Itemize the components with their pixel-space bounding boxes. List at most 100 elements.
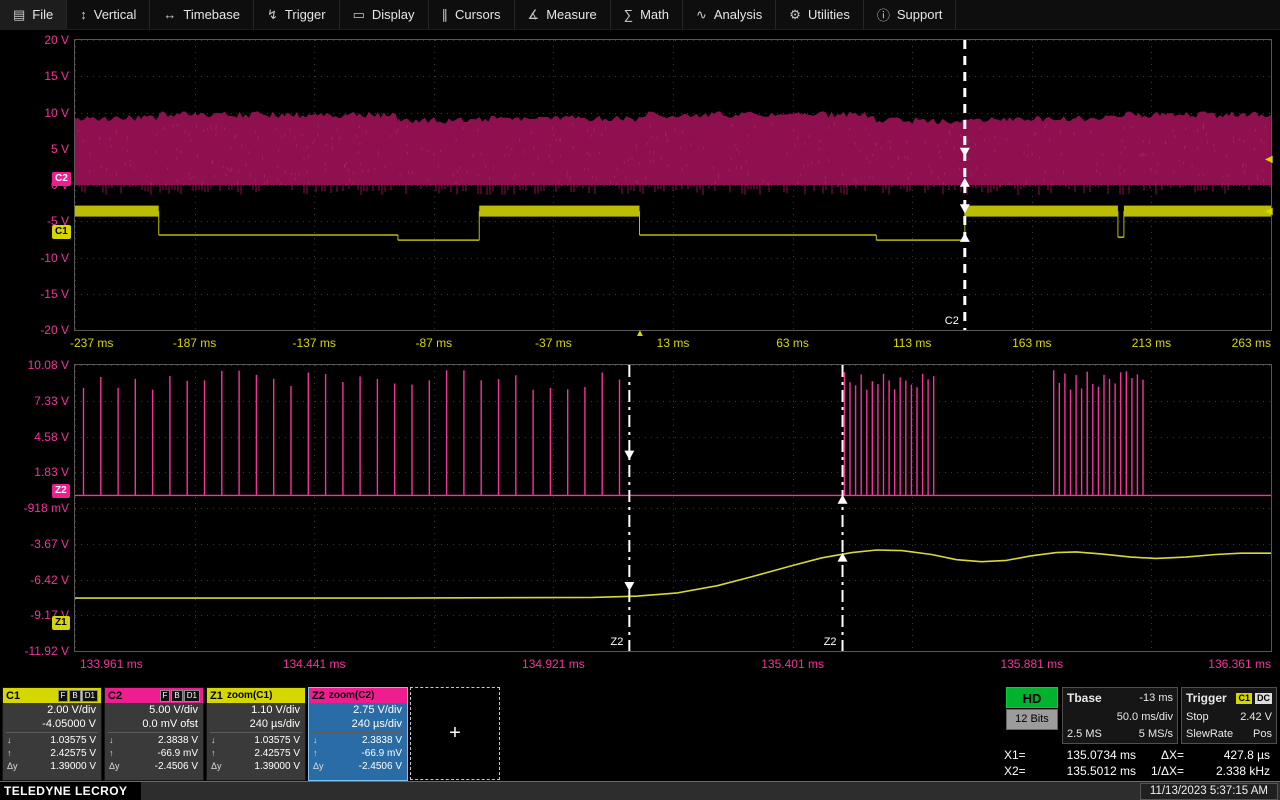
z1-scale-value: 1.10 V/div xyxy=(251,704,300,716)
c2-label: C2 xyxy=(108,689,123,702)
timebase-descriptor[interactable]: Tbase -13 ms 50.0 ms/div 2.5 MS 5 MS/s xyxy=(1062,687,1178,744)
z2-descriptor[interactable]: Z2 zoom(C2) 2.75 V/div 240 µs/div ↓ 2.38… xyxy=(308,687,408,781)
digital-badge: D1 xyxy=(81,689,98,702)
delta-icon: Δy xyxy=(7,761,18,771)
z2-source-label: zoom(C2) xyxy=(328,690,375,701)
menu-timebase[interactable]: ↔ Timebase xyxy=(150,0,254,29)
main-x-axis-label: -237 ms xyxy=(70,336,114,350)
z2-trace-marker[interactable]: Z2 xyxy=(52,484,70,498)
c1-cursor-low-value: 1.03575 V xyxy=(50,735,96,746)
inv-dx-value: 2.338 kHz xyxy=(1215,764,1270,778)
zoom-y-axis-label: -3.67 V xyxy=(30,536,69,551)
timebase-icon: ↔ xyxy=(163,7,177,22)
zoom-x-axis-label: 136.361 ms xyxy=(1208,657,1271,671)
c1-channel-marker[interactable]: C1 xyxy=(52,225,71,239)
measure-icon: ∡ xyxy=(527,6,540,22)
z1-descriptor-header: Z1 zoom(C1) xyxy=(207,688,305,703)
main-x-axis-label: 113 ms xyxy=(892,336,932,350)
main-waveform-plot[interactable]: C2 xyxy=(75,40,1271,330)
descriptor-panel: C1 F B D1 2.00 V/div -4.05000 V ↓ 1.0357… xyxy=(0,686,1280,781)
timebase-scale-value: 50.0 ms/div xyxy=(1116,710,1173,723)
trigger-time-marker[interactable]: ▲ xyxy=(635,329,645,339)
hd-mode-indicator[interactable]: HD 12 Bits xyxy=(1006,687,1058,731)
c1-cursor-high-row: ↑ 2.42575 V xyxy=(3,747,101,760)
main-waveform-grid[interactable]: C2 xyxy=(74,39,1272,331)
c1-delta-row: Δy 1.39000 V xyxy=(3,760,101,773)
x1-value: 135.0734 ms xyxy=(1066,748,1136,762)
trigger-slope-value: Pos xyxy=(1253,728,1272,740)
menu-file-label: File xyxy=(32,7,54,22)
timebase-title: Tbase xyxy=(1067,691,1102,705)
c2-descriptor[interactable]: C2 F B D1 5.00 V/div 0.0 mV ofst ↓ 2.383… xyxy=(104,687,204,781)
c1-level-marker[interactable]: ◀ xyxy=(1265,207,1273,217)
sample-rate-value: 5 MS/s xyxy=(1138,728,1173,740)
main-x-axis-label: -137 ms xyxy=(292,336,336,350)
delta-icon: Δy xyxy=(313,761,324,771)
menu-cursors-label: Cursors xyxy=(455,7,501,22)
main-x-axis-label: -87 ms xyxy=(415,336,453,350)
zoom-waveform-plot[interactable]: Z2 Z2 xyxy=(75,365,1271,651)
menu-trigger-label: Trigger xyxy=(284,7,326,22)
z2-timebase-value: 240 µs/div xyxy=(351,718,402,730)
main-x-axis-label: -37 ms xyxy=(535,336,572,350)
zoom-waveform-grid[interactable]: Z2 Z2 xyxy=(74,364,1272,652)
menu-support[interactable]: ⓘ Support xyxy=(864,0,957,29)
z1-cursor-high-value: 2.42575 V xyxy=(254,748,300,759)
zoom-x-axis-label: 134.921 ms xyxy=(522,657,585,671)
menu-utilities[interactable]: ⚙ Utilities xyxy=(776,0,864,29)
menu-math[interactable]: ∑ Math xyxy=(611,0,683,29)
menu-vertical[interactable]: ↕ Vertical xyxy=(67,0,151,29)
oscilloscope-screen: ▤ File ↕ Vertical ↔ Timebase ↯ Trigger ▭… xyxy=(0,0,1280,800)
cursor-low-icon: ↓ xyxy=(211,735,216,745)
z2-scale-value: 2.75 V/div xyxy=(353,704,402,716)
c1-descriptor[interactable]: C1 F B D1 2.00 V/div -4.05000 V ↓ 1.0357… xyxy=(2,687,102,781)
z1-trace-marker[interactable]: Z1 xyxy=(52,616,70,630)
trigger-source-badge: C1 xyxy=(1236,692,1252,704)
menu-analysis[interactable]: ∿ Analysis xyxy=(683,0,777,29)
menu-trigger[interactable]: ↯ Trigger xyxy=(254,0,340,29)
filter-badge: F xyxy=(57,689,69,702)
divider xyxy=(312,732,404,733)
menu-file[interactable]: ▤ File xyxy=(0,0,68,29)
display-icon: ▭ xyxy=(352,6,365,22)
main-x-axis-label: 63 ms xyxy=(776,336,809,350)
zoom-y-axis-label: -11.92 V xyxy=(24,644,69,658)
bandwidth-badge: B xyxy=(69,689,81,702)
digital-badge: D1 xyxy=(183,689,200,702)
c2-descriptor-header: C2 F B D1 xyxy=(105,688,203,703)
zoom-y-axis-label: 10.08 V xyxy=(27,358,69,372)
z1-cursor-high-row: ↑ 2.42575 V xyxy=(207,747,305,760)
trigger-descriptor[interactable]: Trigger C1 DC Stop 2.42 V SlewRate Pos xyxy=(1181,687,1277,744)
c2-cursor-low-row: ↓ 2.3838 V xyxy=(105,734,203,747)
c2-channel-marker[interactable]: C2 xyxy=(52,172,71,186)
menu-utilities-label: Utilities xyxy=(807,7,850,22)
trigger-level-marker[interactable]: ◀ xyxy=(1265,155,1273,165)
main-x-axis-label: 163 ms xyxy=(1012,336,1052,350)
svg-text:Z2: Z2 xyxy=(824,636,837,648)
main-y-axis-label: 20 V xyxy=(44,33,69,47)
dx-value: 427.8 µs xyxy=(1223,748,1270,762)
zoom-y-axis-label: 1.83 V xyxy=(34,465,69,480)
vertical-icon: ↕ xyxy=(80,7,87,22)
svg-text:C2: C2 xyxy=(945,315,959,327)
menu-timebase-label: Timebase xyxy=(183,7,240,22)
menu-cursors[interactable]: ∥ Cursors xyxy=(429,0,515,29)
c1-scale-value: 2.00 V/div xyxy=(47,704,96,716)
trigger-title: Trigger xyxy=(1186,691,1227,705)
filter-badge: F xyxy=(159,689,171,702)
menu-display[interactable]: ▭ Display xyxy=(340,0,429,29)
add-trace-button[interactable]: + xyxy=(410,687,500,780)
z1-descriptor[interactable]: Z1 zoom(C1) 1.10 V/div 240 µs/div ↓ 1.03… xyxy=(206,687,306,781)
z1-source-label: zoom(C1) xyxy=(226,690,273,701)
z1-delta-value: 1.39000 V xyxy=(254,761,300,772)
z2-cursor-low-row: ↓ 2.3838 V xyxy=(309,734,407,747)
cursor-low-icon: ↓ xyxy=(109,735,114,745)
cursor-high-icon: ↑ xyxy=(7,748,12,758)
c1-delta-value: 1.39000 V xyxy=(50,761,96,772)
main-x-axis-label: -187 ms xyxy=(172,336,217,350)
menu-math-label: Math xyxy=(640,7,669,22)
c1-label: C1 xyxy=(6,689,21,702)
menu-measure[interactable]: ∡ Measure xyxy=(515,0,611,29)
zoom-x-axis-label: 133.961 ms xyxy=(80,657,143,671)
main-x-axis-label: 13 ms xyxy=(656,336,690,350)
